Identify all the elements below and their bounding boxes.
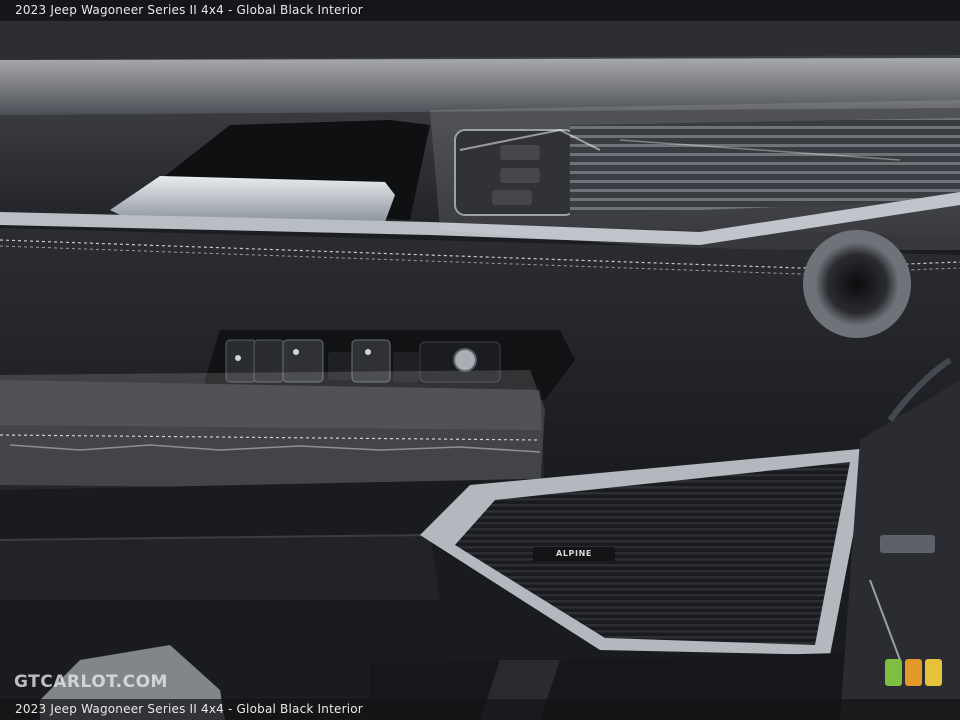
mirror-knob-icon	[453, 348, 477, 372]
caption-bottom: 2023 Jeep Wagoneer Series II 4x4 - Globa…	[0, 699, 960, 720]
photo-frame: ALPINE 2023 Jeep Wagoneer Series II 4x4 …	[0, 0, 960, 720]
door-panel-photo	[0, 0, 960, 720]
watermark: GTCARLOT.COM	[14, 672, 168, 692]
badge-orange-icon	[905, 659, 922, 686]
badge-yellow-icon	[925, 659, 942, 686]
speaker-brand-label: ALPINE	[533, 547, 615, 561]
caption-top: 2023 Jeep Wagoneer Series II 4x4 - Globa…	[0, 0, 960, 21]
door-handle	[110, 176, 395, 222]
badge-green-icon	[885, 659, 902, 686]
color-badges	[885, 659, 942, 686]
